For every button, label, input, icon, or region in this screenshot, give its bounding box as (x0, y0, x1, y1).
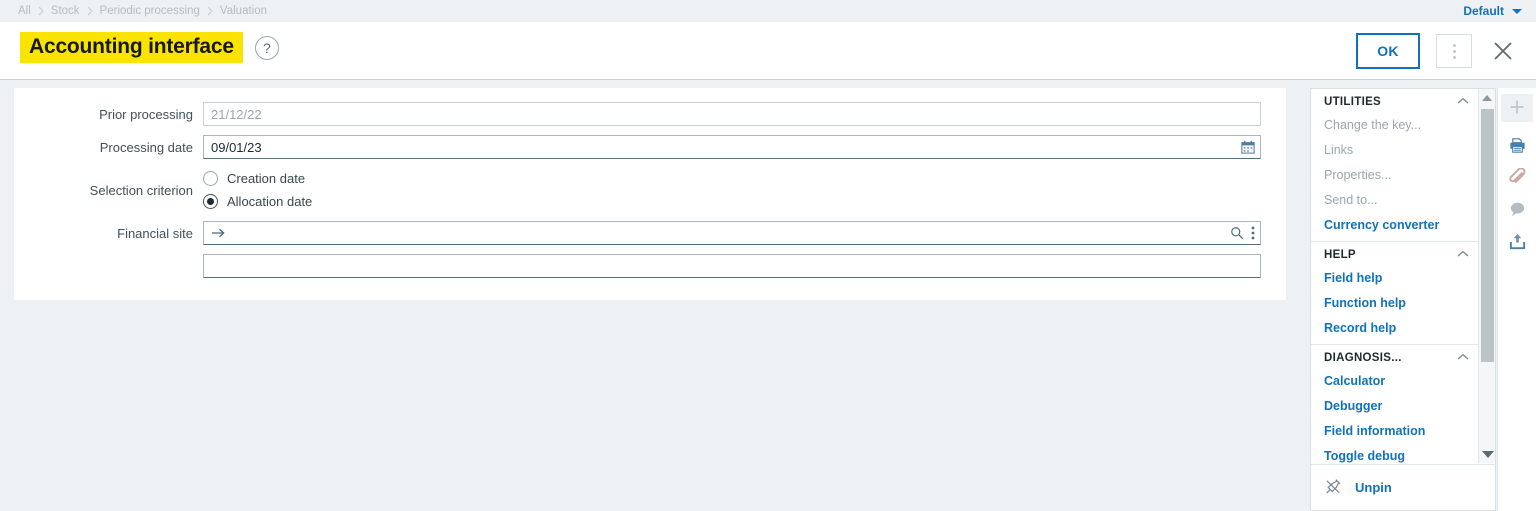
prior-processing-label: Prior processing (99, 106, 193, 122)
utilities-panel-scroll-region: UTILITIES Change the key... Links Proper… (1311, 89, 1479, 463)
breadcrumb-separator-icon (86, 6, 94, 16)
section-title-diagnosis: DIAGNOSIS... (1324, 352, 1402, 364)
prior-processing-field (203, 102, 1261, 126)
financial-site-field-icons (1230, 221, 1255, 245)
right-toolbar (1497, 88, 1536, 511)
utilities-panel: UTILITIES Change the key... Links Proper… (1310, 88, 1496, 511)
more-actions-button[interactable] (1436, 34, 1472, 68)
financial-site-input[interactable] (203, 221, 1261, 245)
breadcrumb: All Stock Periodic processing Valuation (12, 5, 273, 17)
upload-icon (1508, 232, 1527, 254)
pin-icon (1325, 478, 1342, 498)
scroll-up-arrow[interactable] (1479, 89, 1495, 106)
financial-site-label: Financial site (117, 225, 193, 241)
menu-item-send-to[interactable]: Send to... (1311, 188, 1479, 213)
export-button[interactable] (1501, 229, 1533, 257)
breadcrumb-item-all[interactable]: All (12, 5, 37, 17)
menu-item-links[interactable]: Links (1311, 138, 1479, 163)
title-bar: Accounting interface ? OK (0, 22, 1536, 80)
processing-date-field (203, 135, 1261, 159)
field-row-extra (14, 254, 1286, 278)
question-mark-icon[interactable]: ? (254, 35, 279, 60)
page-title-group: Accounting interface ? (20, 32, 279, 64)
radio-option-creation-date[interactable]: Creation date (203, 168, 312, 189)
radio-label-creation-date[interactable]: Creation date (227, 171, 305, 186)
menu-item-debugger[interactable]: Debugger (1311, 394, 1479, 419)
search-icon[interactable] (1230, 226, 1244, 240)
field-row-financial-site: Financial site (14, 221, 1286, 245)
section-header-diagnosis[interactable]: DIAGNOSIS... (1311, 345, 1479, 369)
menu-item-currency-converter[interactable]: Currency converter (1311, 213, 1479, 238)
section-header-utilities[interactable]: UTILITIES (1311, 89, 1479, 113)
breadcrumb-item-stock[interactable]: Stock (45, 5, 86, 17)
menu-item-properties[interactable]: Properties... (1311, 163, 1479, 188)
extra-field (203, 254, 1261, 278)
form-card: Prior processing Processing date (14, 88, 1286, 300)
breadcrumb-separator-icon (37, 6, 45, 16)
radio-button-selected-icon[interactable] (203, 194, 218, 209)
main-content: Prior processing Processing date (0, 80, 1310, 511)
printer-icon (1508, 136, 1527, 158)
prior-processing-input[interactable] (203, 102, 1261, 126)
processing-date-field-icons (1241, 135, 1255, 159)
chevron-down-icon (1512, 8, 1522, 14)
radio-label-allocation-date[interactable]: Allocation date (227, 194, 312, 209)
profile-label: Default (1463, 4, 1504, 18)
selection-criterion-label: Selection criterion (89, 182, 193, 198)
menu-item-calculator[interactable]: Calculator (1311, 369, 1479, 394)
section-title-help: HELP (1324, 249, 1356, 261)
ok-button[interactable]: OK (1356, 33, 1420, 69)
radio-option-allocation-date[interactable]: Allocation date (203, 191, 312, 212)
title-actions: OK (1356, 33, 1518, 69)
chevron-up-icon[interactable] (1457, 353, 1469, 364)
menu-item-field-information[interactable]: Field information (1311, 419, 1479, 444)
calendar-icon[interactable] (1241, 140, 1255, 154)
menu-item-change-the-key[interactable]: Change the key... (1311, 113, 1479, 138)
comment-icon (1508, 200, 1527, 222)
menu-item-field-help[interactable]: Field help (1311, 266, 1479, 291)
menu-item-toggle-debug[interactable]: Toggle debug (1311, 444, 1479, 463)
radio-button-unselected-icon[interactable] (203, 171, 218, 186)
field-row-processing-date: Processing date (14, 135, 1286, 159)
arrow-right-icon[interactable] (211, 221, 226, 245)
panel-scrollbar[interactable] (1478, 89, 1495, 463)
vertical-dots-icon[interactable] (1251, 226, 1255, 240)
field-row-selection-criterion: Selection criterion Creation date Alloca… (14, 168, 1286, 212)
unpin-label: Unpin (1355, 480, 1392, 495)
application-window: All Stock Periodic processing Valuation … (0, 0, 1536, 511)
section-header-help[interactable]: HELP (1311, 242, 1479, 266)
processing-date-input[interactable] (203, 135, 1261, 159)
close-icon[interactable] (1488, 36, 1518, 66)
menu-item-record-help[interactable]: Record help (1311, 316, 1479, 341)
chevron-up-icon[interactable] (1457, 250, 1469, 261)
page-title: Accounting interface (20, 32, 243, 64)
add-button[interactable] (1501, 94, 1533, 122)
breadcrumb-separator-icon (206, 6, 214, 16)
menu-item-function-help[interactable]: Function help (1311, 291, 1479, 316)
unpin-button[interactable]: Unpin (1311, 464, 1495, 510)
attachment-button[interactable] (1501, 165, 1533, 193)
plus-icon (1508, 98, 1526, 119)
vertical-dots-icon (1452, 43, 1456, 59)
breadcrumb-bar: All Stock Periodic processing Valuation … (0, 0, 1536, 22)
print-button[interactable] (1501, 133, 1533, 161)
chevron-up-icon[interactable] (1457, 97, 1469, 108)
selection-criterion-radio-group: Creation date Allocation date (203, 168, 312, 212)
extra-input[interactable] (203, 254, 1261, 278)
comment-button[interactable] (1501, 197, 1533, 225)
scrollbar-thumb[interactable] (1481, 109, 1494, 362)
profile-selector[interactable]: Default (1463, 0, 1522, 22)
breadcrumb-item-periodic-processing[interactable]: Periodic processing (94, 5, 206, 17)
breadcrumb-item-valuation[interactable]: Valuation (214, 5, 273, 17)
section-title-utilities: UTILITIES (1324, 96, 1382, 108)
field-row-prior-processing: Prior processing (14, 102, 1286, 126)
paperclip-icon (1508, 167, 1527, 190)
financial-site-field (203, 221, 1261, 245)
processing-date-label: Processing date (99, 139, 193, 155)
scroll-down-arrow[interactable] (1479, 446, 1496, 463)
